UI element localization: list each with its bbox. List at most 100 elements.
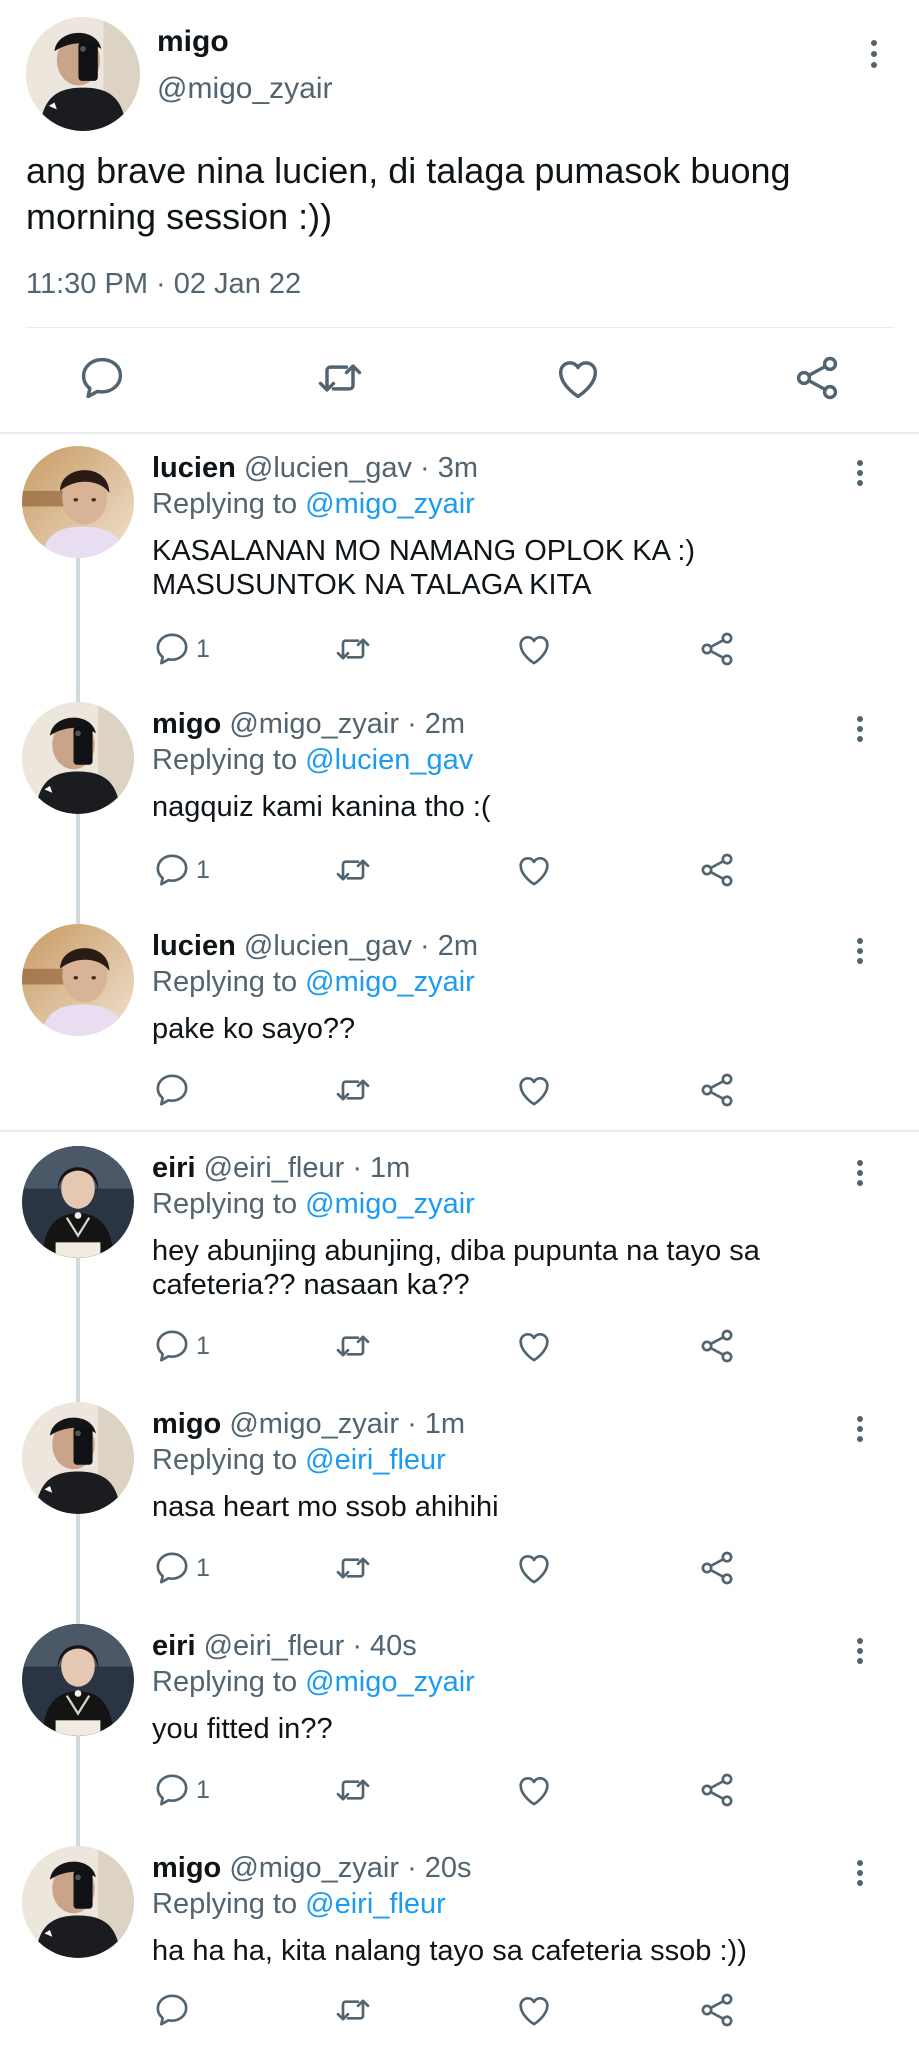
share-button[interactable]	[697, 1324, 737, 1368]
reply-time[interactable]: 3m	[438, 452, 478, 484]
share-icon	[701, 1773, 733, 1807]
mention-link[interactable]: @migo_zyair	[305, 488, 475, 520]
share-button[interactable]	[697, 1988, 737, 2032]
like-icon	[519, 1077, 549, 1106]
avatar[interactable]	[22, 702, 134, 814]
author-name[interactable]: lucien	[152, 452, 236, 484]
share-icon	[701, 632, 733, 666]
author-name[interactable]: eiri	[152, 1152, 196, 1184]
author-handle[interactable]: @migo_zyair	[229, 1408, 399, 1440]
share-button[interactable]	[697, 848, 737, 892]
reply-button[interactable]: 1	[152, 1546, 210, 1590]
like-button[interactable]	[514, 848, 554, 892]
author-name[interactable]: migo	[152, 1852, 221, 1884]
divider	[26, 327, 894, 328]
mention-link[interactable]: @lucien_gav	[305, 744, 473, 776]
reply-tweet[interactable]: lucien @lucien_gav · 3m Replying to @mig…	[0, 434, 919, 702]
reply-button[interactable]: 1	[152, 1768, 210, 1812]
author-handle[interactable]: @migo_zyair	[157, 72, 333, 106]
avatar[interactable]	[22, 1624, 134, 1736]
mention-link[interactable]: @migo_zyair	[305, 1188, 475, 1220]
reply-time[interactable]: 2m	[438, 930, 478, 962]
reply-tweet[interactable]: migo @migo_zyair · 20s Replying to @eiri…	[0, 1834, 919, 2048]
like-button[interactable]	[514, 1546, 554, 1590]
reply-button[interactable]: 1	[152, 1324, 210, 1368]
more-button[interactable]	[850, 934, 870, 968]
author-name[interactable]: eiri	[152, 1630, 196, 1662]
reply-text: nagquiz kami kanina tho :(	[152, 791, 491, 823]
share-button[interactable]	[697, 1068, 737, 1112]
share-button[interactable]	[697, 627, 737, 671]
avatar-image	[26, 17, 140, 131]
retweet-icon[interactable]	[314, 352, 366, 404]
retweet-button[interactable]	[333, 1324, 373, 1368]
reply-icon	[156, 1552, 188, 1584]
author-name[interactable]: migo	[152, 1408, 221, 1440]
mention-link[interactable]: @migo_zyair	[305, 1666, 475, 1698]
avatar[interactable]	[22, 446, 134, 558]
more-button[interactable]	[850, 1634, 870, 1668]
like-icon[interactable]	[552, 352, 604, 404]
replying-to: Replying to @lucien_gav	[152, 744, 473, 777]
retweet-button[interactable]	[333, 1768, 373, 1812]
author-handle[interactable]: @eiri_fleur	[204, 1152, 345, 1184]
mention-link[interactable]: @eiri_fleur	[305, 1444, 446, 1476]
like-button[interactable]	[514, 1324, 554, 1368]
author-name[interactable]: lucien	[152, 930, 236, 962]
author-handle[interactable]: @migo_zyair	[229, 708, 399, 740]
avatar[interactable]	[22, 1846, 134, 1958]
reply-icon[interactable]	[76, 352, 128, 404]
avatar[interactable]	[26, 17, 140, 131]
reply-header: lucien @lucien_gav · 2m	[152, 930, 478, 963]
retweet-button[interactable]	[333, 1546, 373, 1590]
more-button[interactable]	[850, 1156, 870, 1190]
retweet-button[interactable]	[333, 1068, 373, 1112]
more-button[interactable]	[850, 1412, 870, 1446]
more-icon[interactable]	[864, 36, 884, 72]
like-button[interactable]	[514, 1988, 554, 2032]
avatar[interactable]	[22, 1402, 134, 1514]
reply-button[interactable]	[152, 1988, 196, 2032]
tweet-timestamp[interactable]: 11:30 PM · 02 Jan 22	[26, 268, 301, 301]
share-button[interactable]	[697, 1546, 737, 1590]
share-icon	[701, 1329, 733, 1363]
author-name[interactable]: migo	[157, 25, 229, 59]
author-name[interactable]: migo	[152, 708, 221, 740]
more-button[interactable]	[850, 456, 870, 490]
reply-button[interactable]: 1	[152, 848, 210, 892]
retweet-button[interactable]	[333, 1988, 373, 2032]
reply-button[interactable]	[152, 1068, 196, 1112]
author-handle[interactable]: @eiri_fleur	[204, 1630, 345, 1662]
mention-link[interactable]: @eiri_fleur	[305, 1888, 446, 1920]
reply-time[interactable]: 20s	[425, 1852, 472, 1884]
reply-time[interactable]: 1m	[370, 1152, 410, 1184]
reply-tweet[interactable]: eiri @eiri_fleur · 40s Replying to @migo…	[0, 1612, 919, 1846]
reply-time[interactable]: 40s	[370, 1630, 417, 1662]
more-button[interactable]	[850, 712, 870, 746]
reply-tweet[interactable]: migo @migo_zyair · 2m Replying to @lucie…	[0, 690, 919, 924]
author-handle[interactable]: @lucien_gav	[244, 930, 412, 962]
retweet-button[interactable]	[333, 848, 373, 892]
reply-button[interactable]: 1	[152, 627, 210, 671]
like-button[interactable]	[514, 1068, 554, 1112]
avatar[interactable]	[22, 1146, 134, 1258]
mention-link[interactable]: @migo_zyair	[305, 966, 475, 998]
more-button[interactable]	[850, 1856, 870, 1890]
retweet-button[interactable]	[333, 627, 373, 671]
reply-tweet[interactable]: migo @migo_zyair · 1m Replying to @eiri_…	[0, 1390, 919, 1624]
like-button[interactable]	[514, 1768, 554, 1812]
author-handle[interactable]: @lucien_gav	[244, 452, 412, 484]
reply-header: migo @migo_zyair · 1m	[152, 1408, 465, 1441]
reply-tweet[interactable]: lucien @lucien_gav · 2m Replying to @mig…	[0, 912, 919, 1126]
author-handle[interactable]: @migo_zyair	[229, 1852, 399, 1884]
reply-tweet[interactable]: eiri @eiri_fleur · 1m Replying to @migo_…	[0, 1134, 919, 1402]
reply-time[interactable]: 1m	[425, 1408, 465, 1440]
reply-header: lucien @lucien_gav · 3m	[152, 452, 478, 485]
share-icon[interactable]	[791, 352, 843, 404]
retweet-icon	[336, 1079, 370, 1101]
like-button[interactable]	[514, 627, 554, 671]
share-button[interactable]	[697, 1768, 737, 1812]
avatar[interactable]	[22, 924, 134, 1036]
reply-icon	[156, 1774, 188, 1806]
reply-time[interactable]: 2m	[425, 708, 465, 740]
